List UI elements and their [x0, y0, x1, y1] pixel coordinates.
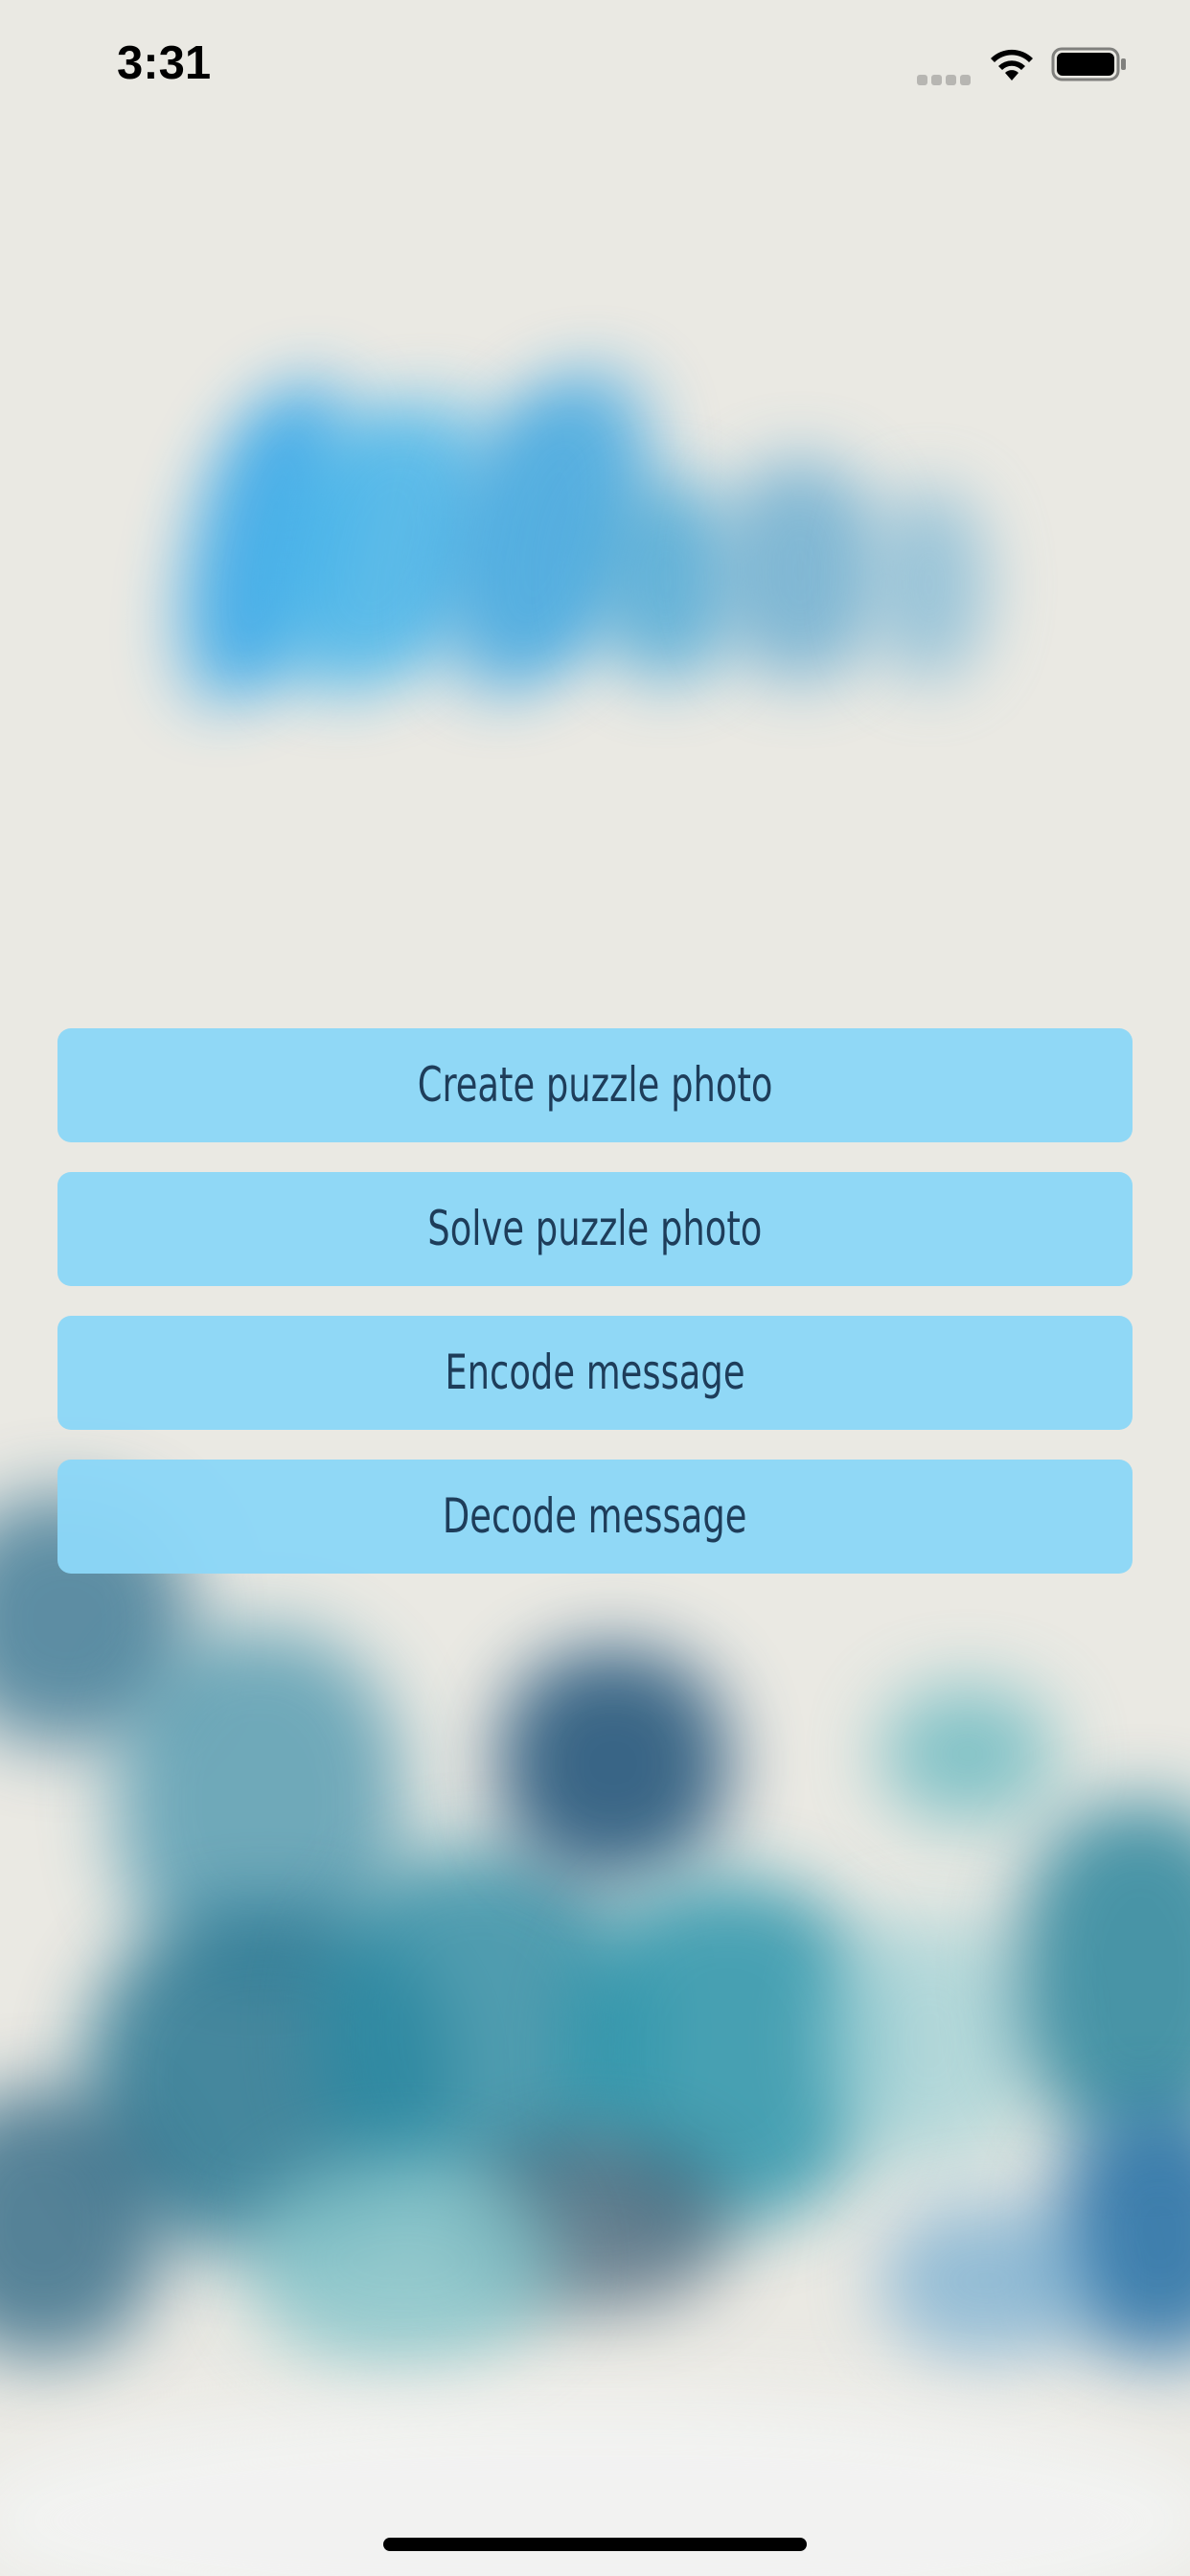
status-bar: 3:31 — [0, 0, 1190, 134]
battery-icon — [1051, 45, 1128, 83]
solve-puzzle-photo-button[interactable]: Solve puzzle photo — [57, 1172, 1133, 1286]
main-menu: Create puzzle photo Solve puzzle photo E… — [57, 1028, 1133, 1603]
status-time: 3:31 — [117, 37, 212, 89]
solve-puzzle-photo-label: Solve puzzle photo — [427, 1201, 763, 1256]
decode-message-label: Decode message — [443, 1488, 747, 1544]
create-puzzle-photo-label: Create puzzle photo — [417, 1057, 773, 1113]
app-logo — [157, 345, 987, 786]
encode-message-button[interactable]: Encode message — [57, 1316, 1133, 1430]
decode-message-button[interactable]: Decode message — [57, 1460, 1133, 1574]
create-puzzle-photo-button[interactable]: Create puzzle photo — [57, 1028, 1133, 1142]
cellular-signal-icon — [917, 73, 974, 85]
home-indicator[interactable] — [383, 2538, 807, 2551]
wifi-icon — [987, 44, 1037, 82]
encode-message-label: Encode message — [445, 1345, 745, 1400]
